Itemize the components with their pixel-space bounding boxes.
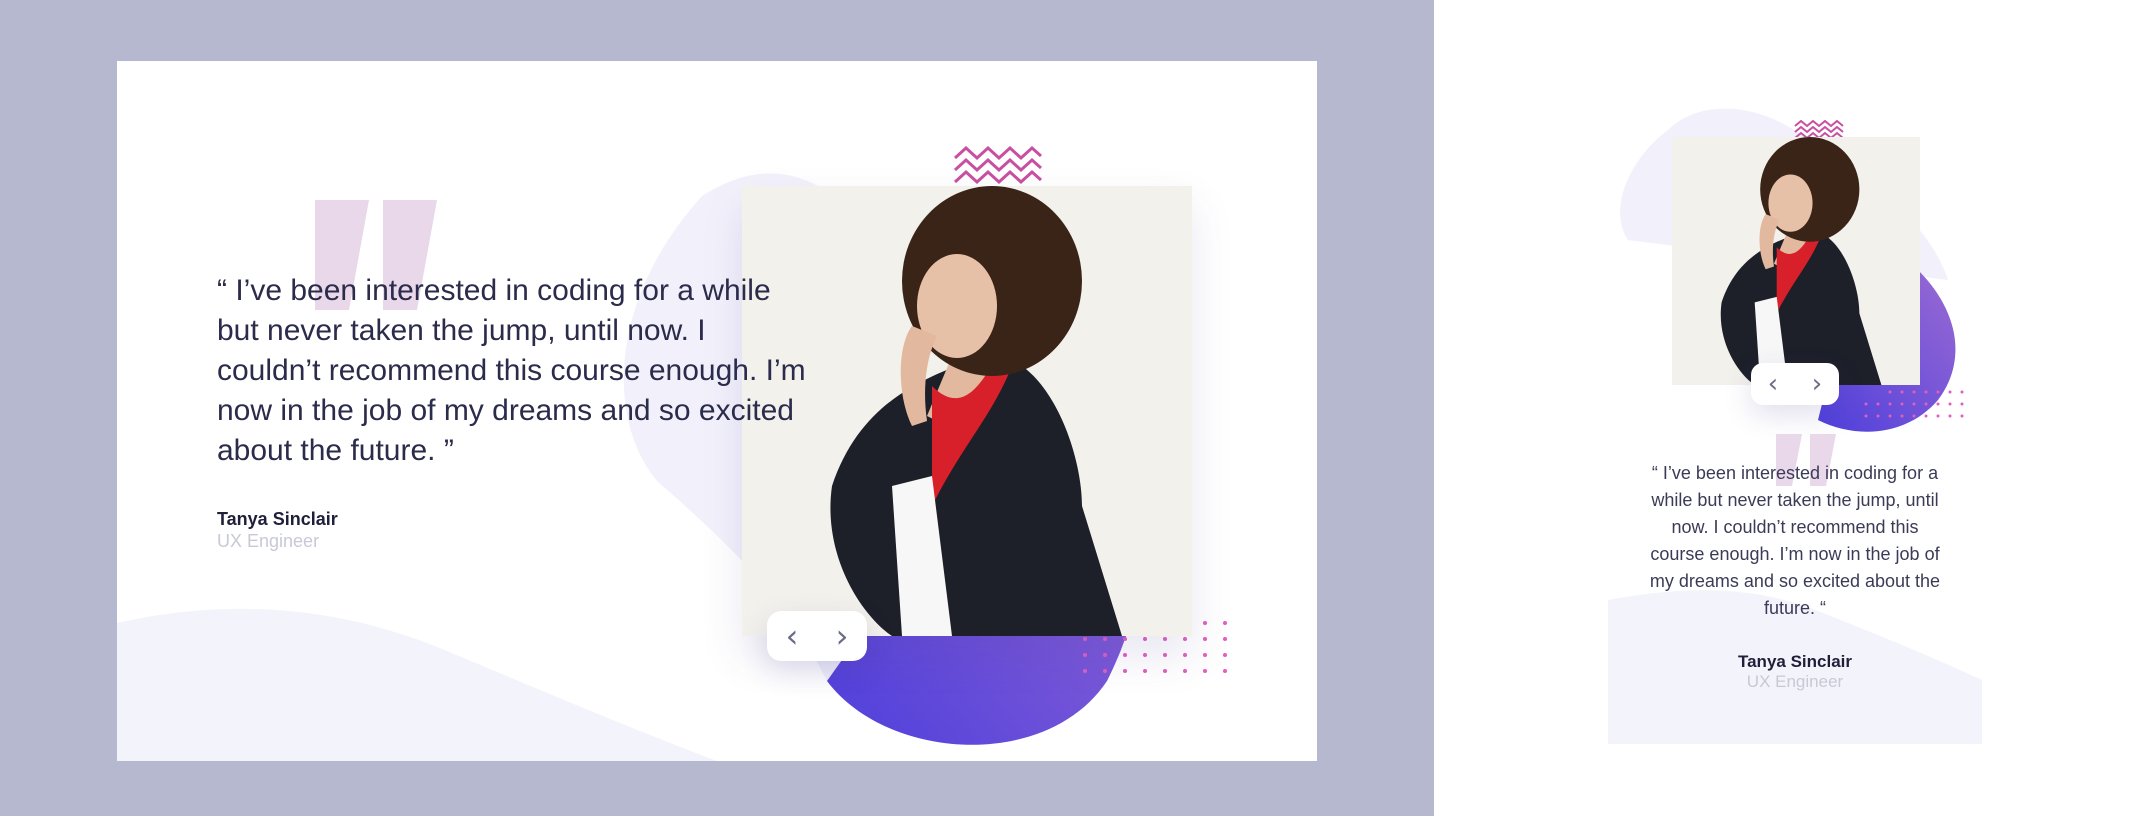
desktop-background: “ I’ve been interested in coding for a w… (0, 0, 1434, 816)
zigzag-pattern (953, 146, 1042, 185)
slider-navigation: ‹ › (767, 611, 867, 661)
desktop-testimonial-card: “ I’ve been interested in coding for a w… (117, 61, 1317, 761)
dot-pattern-mobile (1864, 390, 1964, 418)
chevron-left-icon[interactable]: ‹ (786, 620, 799, 652)
woman-portrait-image (1672, 137, 1920, 385)
author-role: UX Engineer (217, 531, 320, 551)
chevron-right-icon[interactable]: › (1812, 371, 1822, 397)
author-role-mobile: UX Engineer (1746, 672, 1844, 691)
chevron-right-icon[interactable]: › (836, 620, 849, 652)
author-name: Tanya Sinclair (217, 509, 338, 529)
testimonial-quote: “ I’ve been interested in coding for a w… (217, 274, 806, 467)
author-name-mobile: Tanya Sinclair (1737, 652, 1852, 671)
testimonial-quote-mobile: “ I’ve been interested in coding for a w… (1649, 463, 1941, 618)
slider-navigation-mobile: ‹ › (1751, 363, 1839, 405)
testimonial-photo-mobile (1672, 137, 1920, 385)
mobile-testimonial-card: ‹ › “ I’ve been interested in coding for… (1608, 0, 1982, 744)
chevron-left-icon[interactable]: ‹ (1768, 371, 1778, 397)
